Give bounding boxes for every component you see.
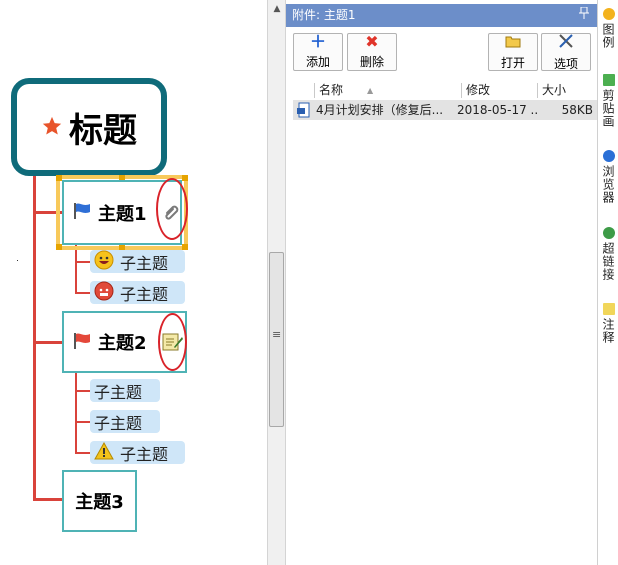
- open-button[interactable]: 打开: [488, 33, 538, 71]
- selection-handle[interactable]: [182, 175, 188, 181]
- notes-icon: [602, 303, 615, 315]
- pin-icon[interactable]: [579, 4, 589, 27]
- open-label: 打开: [500, 55, 525, 70]
- subtopic-1-2[interactable]: 子主题: [90, 281, 185, 304]
- tab-browser[interactable]: 浏览器: [599, 150, 618, 204]
- panel-title: 附件: 主题1: [292, 8, 356, 22]
- smiley-angry-icon: [94, 281, 114, 305]
- selection-handle[interactable]: [182, 244, 188, 250]
- plus-icon: ＋: [309, 32, 326, 51]
- blue-flag-icon: [72, 202, 92, 223]
- connector-topic3: [33, 498, 63, 501]
- tools-icon: [558, 33, 574, 52]
- table-row[interactable]: 4月计划安排（修复后... 2018-05-17 ... 58KB: [293, 100, 597, 120]
- subtopic-2-3[interactable]: 子主题: [90, 441, 185, 464]
- red-flag-icon: [72, 332, 92, 353]
- annotation-circle: [156, 178, 188, 240]
- attachment-panel: 附件: 主题1 ＋ 添加 ✖ 删除 打开 选项 名称 ▲ 修改 大小 4月计划安…: [286, 0, 597, 565]
- sort-ascending-icon: ▲: [367, 86, 374, 95]
- tab-legend[interactable]: 图例: [599, 8, 618, 49]
- topic-3-label: 主题3: [75, 492, 124, 513]
- panel-header: 附件: 主题1: [286, 4, 597, 27]
- topic-1-label: 主题1: [98, 203, 147, 225]
- vertical-scrollbar[interactable]: ▲ ≡: [267, 0, 286, 565]
- scroll-up-icon[interactable]: ▲: [271, 3, 283, 15]
- topic-3[interactable]: 主题3: [62, 470, 137, 532]
- smiley-laugh-icon: [94, 250, 114, 274]
- central-topic[interactable]: 标题: [11, 78, 167, 176]
- star-icon: [41, 115, 63, 140]
- connector-topic2: [33, 341, 63, 344]
- mindmap-canvas[interactable]: 标题 主题1 子主题 子主题 主题2 子主题 子主题 子主题 主题3: [0, 0, 267, 565]
- canvas-dot: [17, 260, 18, 261]
- attachment-list-header: 名称 ▲ 修改 大小: [293, 83, 593, 98]
- column-header-modified[interactable]: 修改: [462, 83, 538, 98]
- open-folder-icon: [505, 34, 521, 51]
- connector-topic2-trunk: [75, 373, 77, 453]
- tab-clipart[interactable]: 剪贴画: [599, 74, 618, 128]
- grip-icon[interactable]: ≡: [272, 328, 281, 341]
- subtopic-1-1[interactable]: 子主题: [90, 250, 185, 273]
- warning-icon: [94, 441, 114, 464]
- subtopic-label: 子主题: [94, 413, 143, 433]
- side-tab-bar: 图例 剪贴画 浏览器 超链接 注释: [597, 0, 618, 565]
- subtopic-2-1[interactable]: 子主题: [90, 379, 160, 402]
- tab-notes[interactable]: 注释: [599, 303, 618, 344]
- topic-2-label: 主题2: [98, 333, 147, 354]
- add-label: 添加: [305, 55, 330, 69]
- subtopic-label: 子主题: [120, 253, 169, 273]
- delete-x-icon: ✖: [365, 32, 379, 51]
- subtopic-label: 子主题: [94, 382, 143, 402]
- subtopic-label: 子主题: [120, 284, 169, 304]
- file-size: 58KB: [561, 103, 593, 117]
- column-header-icon[interactable]: [293, 83, 315, 98]
- connector-root-trunk: [33, 176, 36, 500]
- central-topic-label: 标题: [69, 110, 137, 151]
- tab-hyperlink[interactable]: 超链接: [599, 227, 618, 281]
- annotation-circle: [158, 313, 187, 371]
- connector-topic1-trunk: [75, 245, 77, 293]
- attachment-toolbar: ＋ 添加 ✖ 删除 打开 选项: [286, 27, 597, 73]
- file-icon: [296, 102, 312, 122]
- delete-button[interactable]: ✖ 删除: [347, 33, 397, 71]
- column-header-name[interactable]: 名称 ▲: [315, 83, 462, 98]
- clipart-icon: [602, 74, 615, 86]
- options-button[interactable]: 选项: [541, 33, 591, 71]
- file-name: 4月计划安排（修复后...: [316, 103, 444, 117]
- delete-label: 删除: [359, 55, 384, 69]
- column-header-size[interactable]: 大小: [538, 83, 593, 98]
- options-label: 选项: [553, 56, 578, 71]
- add-button[interactable]: ＋ 添加: [293, 33, 343, 71]
- legend-icon: [602, 8, 615, 20]
- subtopic-2-2[interactable]: 子主题: [90, 410, 160, 433]
- file-modified: 2018-05-17 ...: [457, 103, 537, 117]
- browser-icon: [602, 150, 615, 162]
- subtopic-label: 子主题: [120, 444, 169, 464]
- globe-icon: [602, 227, 615, 239]
